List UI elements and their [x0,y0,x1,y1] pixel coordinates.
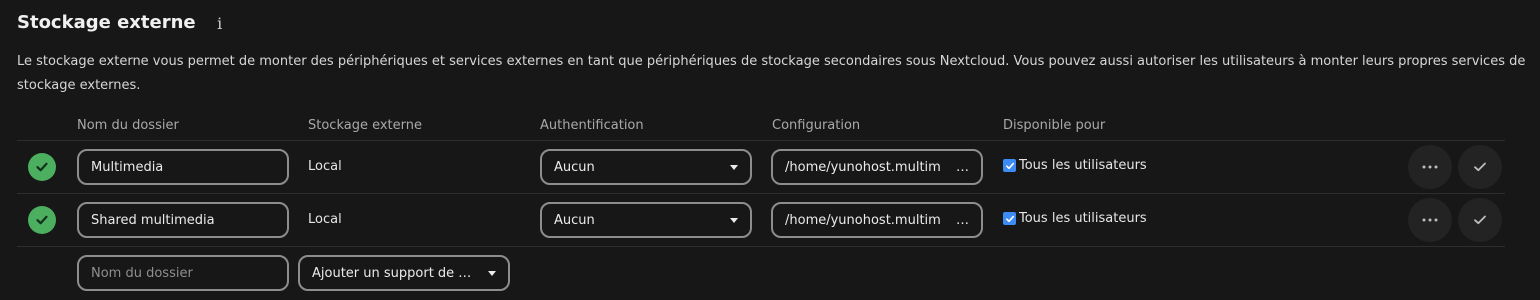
column-header-available-for: Disponible pour [1003,118,1106,133]
authentication-select[interactable]: Aucun [540,202,752,238]
section-description: Le stockage externe vous permet de monte… [17,54,1526,93]
configuration-overflow: … [956,159,969,175]
info-icon[interactable]: i [210,11,230,35]
section-header: Stockage externe i [17,11,230,35]
more-actions-button[interactable] [1408,145,1452,189]
external-storage-panel: Stockage externe i Le stockage externe v… [0,0,1540,300]
configuration-value: /home/yunohost.multim [785,212,941,228]
available-for-label: Tous les utilisateurs [1019,211,1147,226]
column-header-configuration: Configuration [772,118,861,133]
table-row: Local Aucun /home/yunohost.multim … Tous… [17,194,1505,246]
check-circle-icon [28,206,56,234]
more-actions-button[interactable] [1408,198,1452,242]
section-title: Stockage externe [17,12,196,33]
column-header-external-storage: Stockage externe [308,118,423,133]
new-folder-name-input[interactable] [77,255,289,291]
backend-label: Local [308,212,342,227]
available-for-checkbox[interactable] [1003,212,1016,225]
authentication-value: Aucun [554,159,595,175]
chevron-down-icon [488,270,496,276]
checkmark-icon [1474,162,1486,172]
authentication-select[interactable]: Aucun [540,149,752,185]
check-circle-icon [28,153,56,181]
available-for-label: Tous les utilisateurs [1019,158,1147,173]
backend-label: Local [308,159,342,174]
add-storage-select[interactable]: Ajouter un support de … [298,255,510,291]
configuration-overflow: … [956,212,969,228]
chevron-down-icon [730,217,738,223]
available-for: Tous les utilisateurs [1003,158,1147,173]
folder-name-input[interactable] [77,149,289,185]
table-row: Local Aucun /home/yunohost.multim … Tous… [17,141,1505,193]
save-button[interactable] [1458,198,1502,242]
add-storage-label: Ajouter un support de … [312,265,472,281]
configuration-value: /home/yunohost.multim [785,159,941,175]
row-divider [17,246,1505,247]
available-for: Tous les utilisateurs [1003,211,1147,226]
column-header-authentication: Authentification [540,118,644,133]
configuration-field[interactable]: /home/yunohost.multim … [771,202,983,238]
more-icon [1422,165,1438,169]
column-header-folder-name: Nom du dossier [77,118,179,133]
available-for-checkbox[interactable] [1003,159,1016,172]
checkmark-icon [1474,215,1486,225]
authentication-value: Aucun [554,212,595,228]
save-button[interactable] [1458,145,1502,189]
folder-name-input[interactable] [77,202,289,238]
chevron-down-icon [730,164,738,170]
more-icon [1422,218,1438,222]
configuration-field[interactable]: /home/yunohost.multim … [771,149,983,185]
